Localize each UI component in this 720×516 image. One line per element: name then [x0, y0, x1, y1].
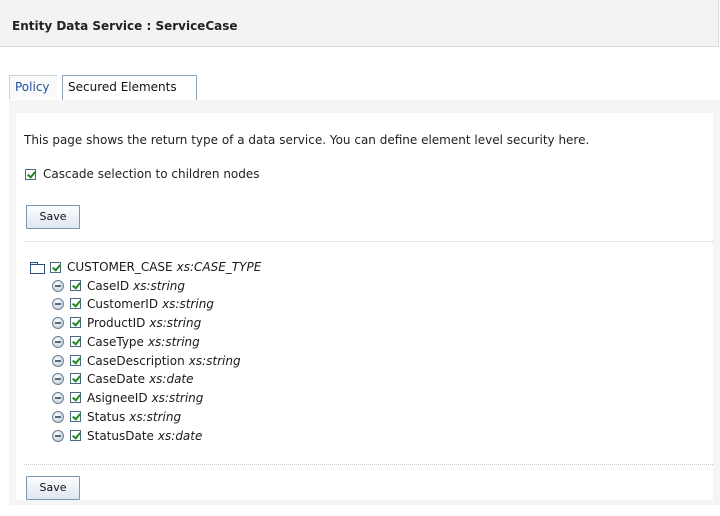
- tree-root: CUSTOMER_CASE xs:CASE_TYPE: [30, 258, 261, 276]
- tree-root-type: xs:CASE_TYPE: [176, 260, 262, 274]
- tree-node-type: xs:string: [149, 315, 202, 330]
- tree-node-name: CustomerID: [87, 296, 159, 311]
- tree-node-type: xs:string: [133, 278, 185, 293]
- tree-node: CaseDate xs:date: [52, 370, 194, 387]
- tree-node-name: Status: [87, 409, 126, 424]
- tree-node: CaseID xs:string: [52, 277, 185, 294]
- cascade-label: Cascade selection to children nodes: [43, 167, 260, 181]
- tree-node: CustomerID xs:string: [52, 295, 214, 312]
- tree-node-name: CaseDate: [87, 371, 146, 386]
- tab-bar: Policy Secured Elements: [9, 75, 720, 101]
- tree-node-type: xs:string: [188, 353, 241, 368]
- tree-node-checkbox[interactable]: [70, 392, 81, 403]
- tree-node: Status xs:string: [52, 408, 181, 425]
- tree-node-type: xs:date: [149, 371, 194, 386]
- tree-node-type: xs:date: [157, 428, 203, 443]
- page-header: Entity Data Service : ServiceCase: [0, 0, 719, 47]
- page: Entity Data Service : ServiceCase Policy…: [0, 0, 720, 516]
- tree-node: ProductID xs:string: [52, 314, 201, 331]
- tree-node: AsigneeID xs:string: [52, 389, 203, 406]
- tree-node-checkbox[interactable]: [70, 298, 81, 309]
- tree-node-checkbox[interactable]: [70, 373, 81, 384]
- leaf-node-icon: [52, 410, 64, 423]
- tree-node-type: xs:string: [129, 409, 182, 424]
- cascade-checkbox[interactable]: [25, 168, 36, 180]
- tree-node-name: CaseType: [87, 334, 144, 349]
- tab-policy[interactable]: Policy: [9, 75, 57, 99]
- page-title: Entity Data Service : ServiceCase: [12, 19, 238, 33]
- tree-node: CaseDescription xs:string: [52, 352, 241, 369]
- separator: [24, 464, 713, 465]
- tree-root-checkbox[interactable]: [50, 261, 61, 273]
- tree-node: CaseType xs:string: [52, 333, 200, 350]
- tree-node-checkbox[interactable]: [70, 430, 81, 441]
- tree-node-name: ProductID: [87, 315, 146, 330]
- leaf-node-icon: [52, 354, 64, 367]
- tree-root-name: CUSTOMER_CASE: [67, 260, 173, 274]
- leaf-node-icon: [52, 279, 64, 292]
- tree-node: StatusDate xs:date: [52, 427, 202, 444]
- tree-node-type: xs:string: [162, 296, 214, 311]
- tree-node-checkbox[interactable]: [70, 336, 81, 347]
- leaf-node-icon: [52, 297, 64, 310]
- tree-node-type: xs:string: [147, 334, 200, 349]
- leaf-node-icon: [52, 316, 64, 329]
- save-button-top[interactable]: Save: [26, 205, 80, 229]
- tree-node-name: StatusDate: [87, 428, 154, 443]
- tree-node-checkbox[interactable]: [70, 280, 81, 291]
- leaf-node-icon: [52, 335, 64, 348]
- tree-node-checkbox[interactable]: [70, 355, 81, 366]
- separator: [24, 241, 713, 242]
- tab-secured-elements[interactable]: Secured Elements: [62, 75, 197, 101]
- leaf-node-icon: [52, 429, 64, 442]
- page-description: This page shows the return type of a dat…: [24, 133, 590, 147]
- tree-node-name: AsigneeID: [87, 390, 148, 405]
- save-button-bottom[interactable]: Save: [26, 476, 80, 500]
- folder-icon: [30, 261, 45, 274]
- tree-node-type: xs:string: [151, 390, 204, 405]
- tree-node-name: CaseID: [87, 278, 130, 293]
- tree-node-name: CaseDescription: [87, 353, 185, 368]
- leaf-node-icon: [52, 391, 64, 404]
- leaf-node-icon: [52, 372, 64, 385]
- cascade-option[interactable]: Cascade selection to children nodes: [25, 166, 260, 182]
- tree-node-checkbox[interactable]: [70, 317, 81, 328]
- tree-node-checkbox[interactable]: [70, 411, 81, 422]
